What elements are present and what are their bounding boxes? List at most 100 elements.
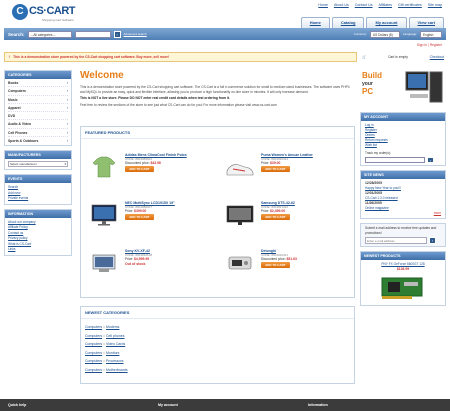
category-item[interactable]: Apparel ›	[8, 104, 68, 113]
featured-title: FEATURED PRODUCTS	[81, 127, 354, 139]
categories-title: CATEGORIES	[5, 71, 71, 79]
product-card: Delonghi CODE: 8004026431 Discounted pri…	[221, 249, 351, 285]
register-link[interactable]: Register	[430, 43, 442, 47]
add-to-cart-button[interactable]: ADD TO CART	[261, 213, 290, 220]
price-label: Price:	[125, 209, 134, 214]
newest-category-item[interactable]: Computers :: Motherboards	[81, 366, 354, 375]
footer-my-account: My account	[158, 403, 178, 407]
manufacturers-box: MANUFACTURERS Select manufacturer ▾	[4, 150, 72, 171]
banner-line-1: Build	[362, 71, 382, 80]
currency-select[interactable]: US Dollars ($)	[369, 30, 400, 38]
product-price: $51.63	[286, 257, 297, 262]
newest-category-item[interactable]: Computers :: Processors	[81, 357, 354, 366]
newsletter-go-button[interactable]: ›	[429, 237, 436, 244]
product-card: Samsung DTS-42-62 CODE: 8004821322 Price…	[221, 201, 351, 237]
top-link-contact[interactable]: Contact Us	[355, 3, 373, 7]
search-go-button[interactable]: ›	[113, 30, 121, 38]
product-card: Adidas Mens ClimaCool Finish Polos CODE:…	[85, 153, 215, 189]
top-link-about[interactable]: About Us	[334, 3, 349, 7]
newsletter-text: Submit e-mail address to receive free up…	[365, 226, 437, 235]
advanced-search-link[interactable]: Advanced search	[124, 32, 147, 36]
product-price: $499.00	[134, 209, 147, 214]
account-link[interactable]: Wish list	[365, 143, 441, 148]
search-input[interactable]	[74, 30, 111, 38]
top-link-gift[interactable]: Gift certificates	[398, 3, 422, 7]
newest-categories: NEWEST CATEGORIES Computers :: Modems Co…	[80, 306, 355, 384]
language-select[interactable]: English	[420, 30, 442, 38]
product-image[interactable]	[89, 251, 119, 275]
category-item[interactable]: Books ›	[8, 79, 68, 88]
tab-my-account[interactable]: My account	[366, 17, 407, 28]
track-order-input[interactable]	[365, 157, 425, 163]
category-item[interactable]: Audio & Video ›	[8, 120, 68, 129]
top-link-affiliates[interactable]: Affiliates	[379, 3, 393, 7]
product-price: $4,999.99	[134, 257, 150, 262]
info-link[interactable]: Links	[8, 247, 68, 253]
top-link-sitemap[interactable]: Site map	[428, 3, 442, 7]
build-pc-banner[interactable]: Build your PC	[360, 68, 446, 108]
logo-icon: C	[12, 4, 28, 20]
add-to-cart-button[interactable]: ADD TO CART	[125, 213, 154, 220]
newest-category-item[interactable]: Computers :: Monitors	[81, 349, 354, 358]
track-order-go-button[interactable]: ›	[427, 157, 434, 163]
newest-category-item[interactable]: Computers :: Modems	[81, 323, 354, 332]
top-link-home[interactable]: Home	[318, 3, 328, 7]
checkout-link[interactable]: Checkout	[430, 55, 444, 59]
product-card: Sony KV-XF-42 CODE: 8004832108 Price: $4…	[85, 249, 215, 285]
product-image[interactable]	[89, 155, 119, 179]
newest-product-image[interactable]	[378, 272, 428, 302]
logo-text: CS·CART	[29, 5, 76, 17]
tab-catalog[interactable]: Catalog	[331, 17, 365, 28]
footer: Quick help My account Information	[0, 399, 450, 411]
newest-category-item[interactable]: Computers :: Cell phones	[81, 332, 354, 341]
category-item[interactable]: Cell Phones ›	[8, 129, 68, 138]
news-more-link[interactable]: more	[365, 211, 441, 216]
category-item[interactable]: Sports & Outdoors ›	[8, 137, 68, 145]
cart-empty-label[interactable]: Cart is empty	[388, 55, 408, 59]
search-label: Search:	[8, 31, 25, 37]
my-account-box: MY ACCOUNT Log in Register Orders Return…	[360, 112, 446, 166]
product-price: $43.96	[150, 161, 161, 166]
add-to-cart-button[interactable]: ADD TO CART	[125, 165, 154, 172]
currency-label: Currency:	[353, 32, 367, 36]
warning-icon: !	[9, 55, 11, 59]
events-private-link[interactable]: Private events	[8, 196, 68, 202]
newest-category-item[interactable]: Computers :: Video Cards	[81, 340, 354, 349]
computer-icon	[405, 71, 443, 103]
tab-view-cart[interactable]: View cart	[408, 17, 444, 28]
product-image[interactable]	[225, 155, 255, 179]
product-image[interactable]	[225, 203, 255, 227]
top-links: Home About Us Contact Us Affiliates Gift…	[318, 3, 442, 7]
cart-status: 🛒 Cart is empty Checkout	[360, 52, 446, 62]
category-item[interactable]: Computers ›	[8, 87, 68, 96]
right-column: Build your PC MY ACCOUNT Log in Register…	[360, 68, 446, 310]
product-image[interactable]	[89, 203, 119, 227]
out-of-stock-label: Out of stock	[125, 261, 146, 266]
info-text: Feel free to review the sections of the …	[80, 102, 277, 107]
manufacturers-title: MANUFACTURERS	[5, 151, 71, 160]
featured-products: FEATURED PRODUCTS Adidas Mens ClimaCool …	[80, 126, 355, 298]
product-image[interactable]	[225, 251, 255, 275]
page-title: Welcome	[80, 70, 124, 81]
information-title: INFORMATION	[5, 209, 71, 218]
newsletter-email-input[interactable]	[365, 237, 427, 244]
category-item[interactable]: DVD	[8, 112, 68, 121]
demo-notice-text: This is a demonstration store powered by…	[13, 55, 170, 59]
categories-box: CATEGORIES Books › Computers › Music › Appa…	[4, 70, 72, 147]
information-box: INFORMATION About our company Affiliate …	[4, 208, 72, 256]
left-column: CATEGORIES Books › Computers › Music › Appa…	[4, 70, 72, 260]
sign-in-link[interactable]: Sign in	[417, 43, 427, 47]
logo[interactable]: C CS·CART Shopping Cart Software	[12, 4, 82, 24]
category-item[interactable]: Music ›	[8, 96, 68, 104]
tab-home[interactable]: Home	[300, 17, 330, 28]
chevron-down-icon: ▾	[64, 162, 66, 167]
add-to-cart-button[interactable]: ADD TO CART	[261, 261, 290, 268]
events-box: EVENTS Search Add new Private events	[4, 174, 72, 205]
add-to-cart-button[interactable]: ADD TO CART	[261, 165, 290, 172]
category-select[interactable]: -- All categories --	[27, 30, 72, 38]
warning-text: This is NOT a live store. Please DO NOT …	[80, 96, 230, 100]
search-bar: Search: -- All categories -- › Advanced …	[4, 28, 446, 40]
manufacturer-select[interactable]: Select manufacturer ▾	[8, 161, 68, 168]
product-price: $2,499.00	[270, 209, 286, 214]
price-label: Price:	[125, 257, 134, 262]
